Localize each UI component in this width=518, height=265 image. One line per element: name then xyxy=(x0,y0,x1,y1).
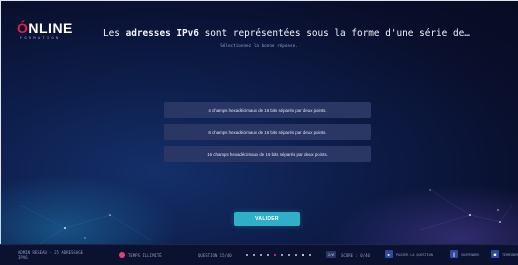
quiz-footer: ADMIN RESEAU - 25 ADRESSAGE IPV6 TEMPS I… xyxy=(0,244,518,265)
suspend-label[interactable]: SUSPENDRE xyxy=(461,253,479,257)
timer-label: TEMPS ILLIMITÉ xyxy=(128,253,162,258)
skip-question-label[interactable]: PASSER LA QUESTION xyxy=(396,253,433,257)
question-progress: QUESTION 15/40 xyxy=(198,253,232,258)
progress-dots xyxy=(246,254,311,256)
score-label: SCORE : 0/40 xyxy=(341,253,370,258)
step-counter: 2/6 xyxy=(326,251,336,258)
question-text: Les adresses IPv6 sont représentées sous… xyxy=(103,28,470,39)
progress-dot xyxy=(309,254,311,256)
skip-icon: ▶ xyxy=(387,251,391,257)
answer-option-1[interactable]: 4 champs hexadécimaux de 16 bits séparés… xyxy=(164,102,371,118)
stop-icon: ■ xyxy=(493,251,497,257)
progress-dot xyxy=(281,254,283,256)
pause-icon: ‖ xyxy=(452,251,456,257)
terminate-button[interactable]: ■ xyxy=(491,250,499,258)
answer-option-2[interactable]: 8 champs hexadécimaux de 16 bits séparés… xyxy=(164,124,371,140)
quiz-screen: ÓNLINE FORMATION Les adresses IPv6 sont … xyxy=(0,0,518,265)
validate-button[interactable]: VALIDER xyxy=(234,212,300,226)
question-instruction: Sélectionnez la bonne réponse. xyxy=(220,44,298,49)
progress-dot xyxy=(288,254,290,256)
timer-icon xyxy=(119,252,125,258)
breadcrumb: ADMIN RESEAU - 25 ADRESSAGE IPV6 xyxy=(18,250,84,260)
answer-option-3[interactable]: 16 champs hexadécimaux de 16 bits séparé… xyxy=(164,146,371,162)
brand-subtitle: FORMATION xyxy=(20,36,61,40)
progress-dot xyxy=(274,254,276,256)
progress-dot xyxy=(260,254,262,256)
progress-dot xyxy=(295,254,297,256)
progress-dot xyxy=(302,254,304,256)
progress-dot xyxy=(253,254,255,256)
brand-logo: ÓNLINE xyxy=(17,20,73,36)
progress-dot xyxy=(246,254,248,256)
progress-dot xyxy=(267,254,269,256)
skip-question-button[interactable]: ▶ xyxy=(385,250,393,258)
terminate-label[interactable]: TERMINER xyxy=(502,253,518,257)
suspend-button[interactable]: ‖ xyxy=(450,250,458,258)
